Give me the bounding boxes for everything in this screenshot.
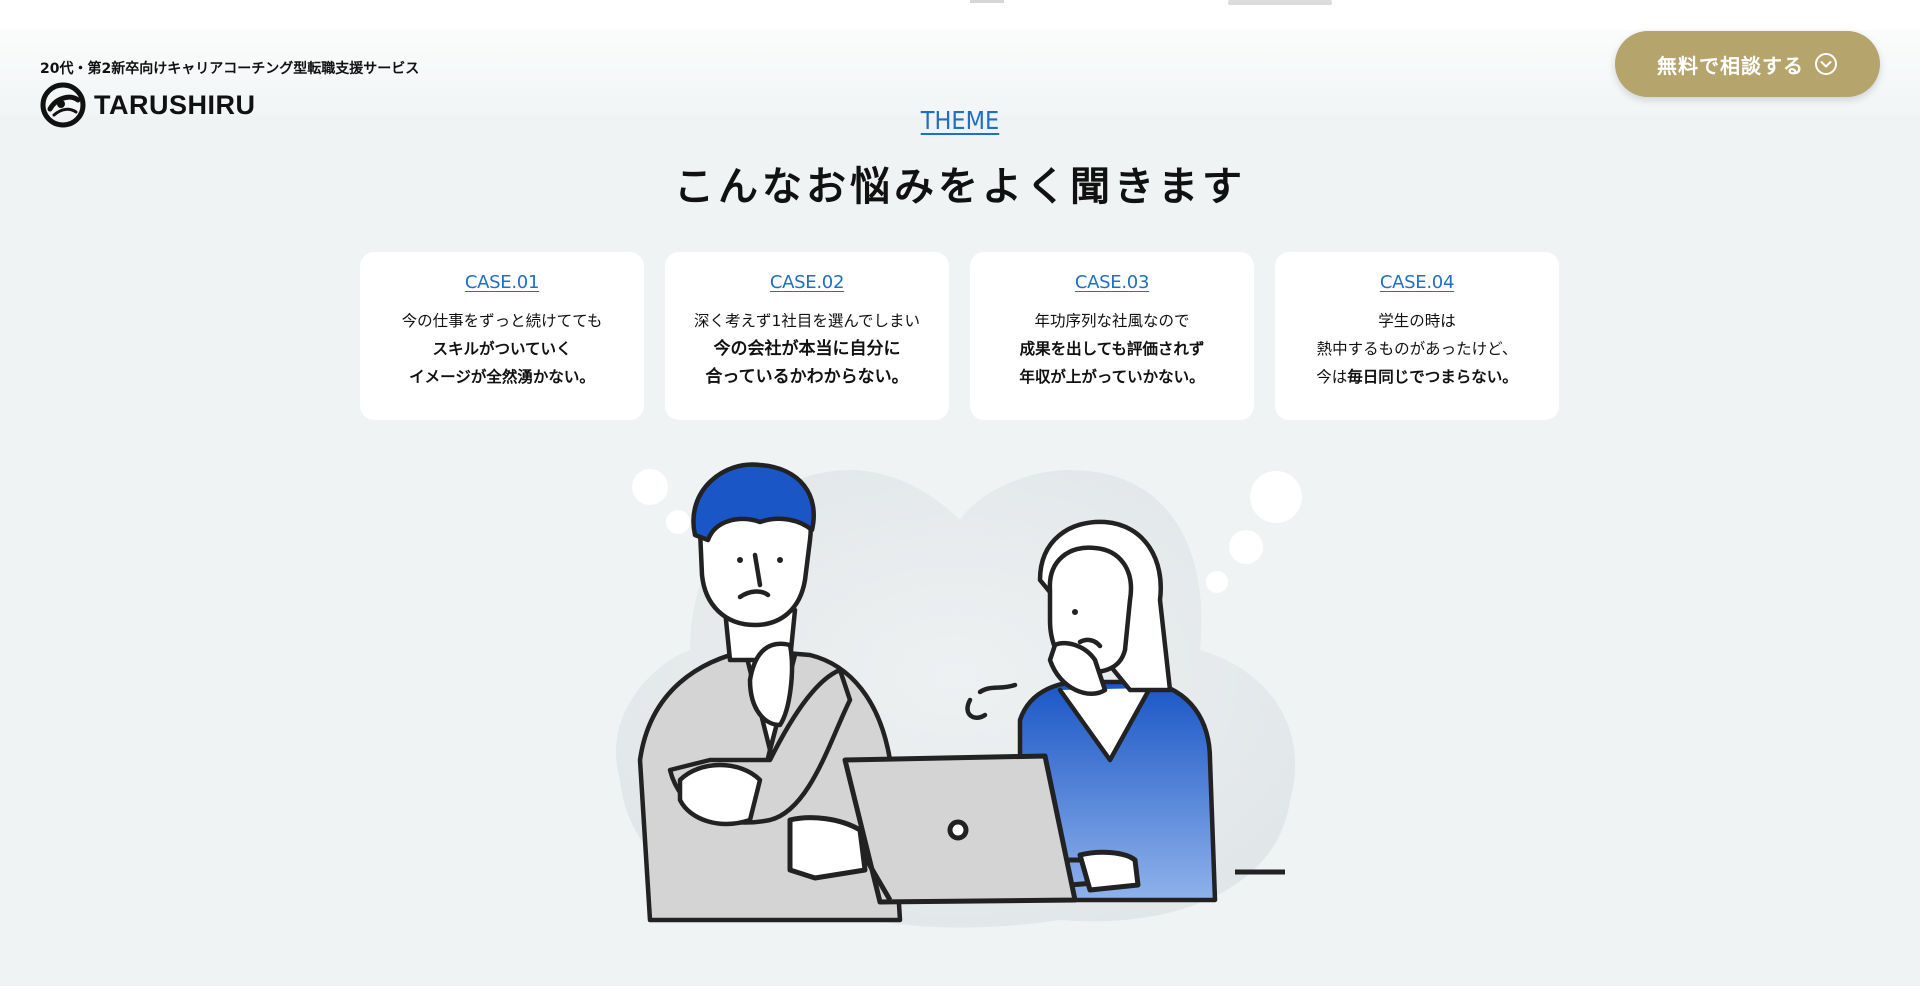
case-cards: CASE.01 今の仕事をずっと続けてても スキルがついていく イメージが全然湧… — [360, 252, 1560, 420]
thought-bubble — [1206, 571, 1228, 593]
section-heading: こんなお悩みをよく聞きます — [674, 164, 1246, 210]
case-card: CASE.04 学生の時は 熱中するものがあったけど、 今は毎日同じでつまらない… — [1275, 252, 1559, 420]
faded-nav-fragment — [970, 0, 1004, 3]
case-body: 深く考えず1社目を選んでしまい 今の会社が本当に自分に 合っているかわからない。 — [665, 307, 949, 391]
cta-label: 無料で相談する — [1657, 53, 1804, 78]
top-strip — [0, 0, 1920, 30]
case-card: CASE.02 深く考えず1社目を選んでしまい 今の会社が本当に自分に 合ってい… — [665, 252, 949, 420]
case-line: 今の仕事をずっと続けてても — [401, 312, 603, 330]
case-body: 今の仕事をずっと続けてても スキルがついていく イメージが全然湧かない。 — [360, 307, 644, 391]
case-line-emphasis: イメージが全然湧かない。 — [409, 368, 595, 386]
chevron-down-circle-icon — [1815, 53, 1837, 75]
case-title: CASE.02 — [769, 272, 845, 293]
case-body: 学生の時は 熱中するものがあったけど、 今は毎日同じでつまらない。 — [1275, 307, 1559, 391]
case-title: CASE.04 — [1379, 272, 1455, 293]
section-divider — [0, 986, 1920, 992]
case-line-emphasis: 毎日同じでつまらない。 — [1347, 368, 1518, 386]
case-line: 今は — [1316, 368, 1348, 386]
case-title: CASE.03 — [1074, 272, 1150, 293]
site-tagline: 20代・第2新卒向けキャリアコーチング型転職支援サービス — [40, 61, 420, 77]
case-line-emphasis: 今の会社が本当に自分に — [713, 339, 901, 359]
case-card: CASE.01 今の仕事をずっと続けてても スキルがついていく イメージが全然湧… — [360, 252, 644, 420]
case-body: 年功序列な社風なので 成果を出しても評価されず 年収が上がっていかない。 — [970, 307, 1254, 391]
thought-bubble — [632, 469, 668, 505]
case-line-emphasis: 合っているかわからない。 — [705, 367, 909, 387]
case-line: 年功序列な社風なので — [1034, 312, 1190, 330]
thought-bubble — [1229, 530, 1263, 564]
worried-coworkers-illustration — [616, 462, 1302, 928]
case-line-emphasis: 成果を出しても評価されず — [1019, 340, 1205, 358]
free-consultation-button[interactable]: 無料で相談する — [1615, 31, 1880, 97]
case-line: 熱中するものがあったけど、 — [1316, 340, 1518, 358]
case-line-emphasis: スキルがついていく — [432, 340, 572, 358]
case-line: 深く考えず1社目を選んでしまい — [693, 312, 921, 330]
case-title: CASE.01 — [464, 272, 540, 293]
case-card: CASE.03 年功序列な社風なので 成果を出しても評価されず 年収が上がってい… — [970, 252, 1254, 420]
section-eyebrow: THEME — [920, 106, 1000, 135]
case-line-emphasis: 年収が上がっていかない。 — [1019, 368, 1205, 386]
thought-bubble — [1250, 471, 1302, 523]
faded-nav-fragment — [1228, 0, 1332, 5]
case-line-mixed: 今は毎日同じでつまらない。 — [1275, 363, 1559, 391]
thought-bubble — [666, 510, 690, 534]
case-line: 学生の時は — [1378, 312, 1456, 330]
